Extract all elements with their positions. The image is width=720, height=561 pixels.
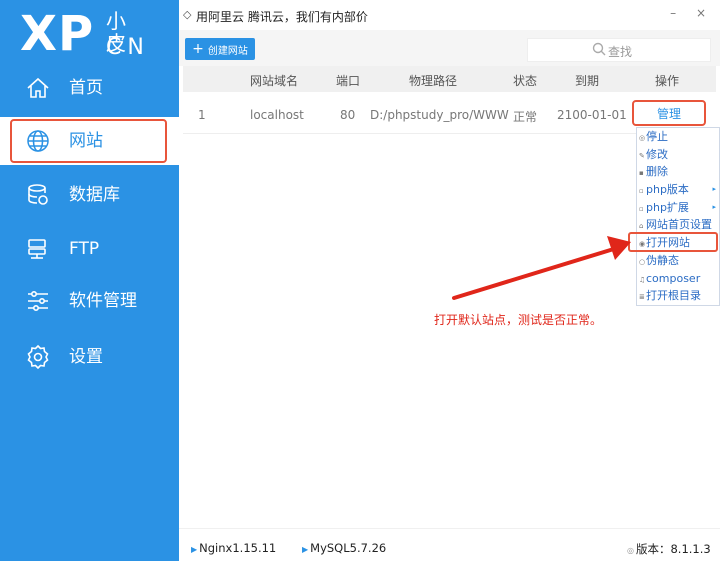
highlight-box-open-website bbox=[628, 232, 718, 252]
folder-icon: ≣ bbox=[639, 293, 645, 302]
php-icon: ▫ bbox=[639, 187, 644, 196]
extension-icon: ▫ bbox=[639, 204, 644, 213]
sidebar: XP 小皮 CN 首页 网站 数据库 FTP 软件管理 设置 bbox=[0, 0, 179, 561]
submenu-arrow-icon: ▸ bbox=[712, 185, 716, 194]
cell-index: 1 bbox=[198, 108, 206, 122]
menu-item-label: 修改 bbox=[646, 147, 668, 161]
info-icon: ◎ bbox=[627, 546, 634, 555]
annotation-arrow-icon bbox=[452, 236, 631, 300]
menu-item-php-version[interactable]: ▫ php版本 ▸ bbox=[637, 181, 719, 199]
status-bar: ▶ Nginx1.15.11 ▶ MySQL5.7.26 ◎ 版本：8.1.1.3 bbox=[179, 528, 720, 561]
gear-icon bbox=[27, 344, 49, 370]
menu-item-open-root[interactable]: ≣打开根目录 bbox=[637, 287, 719, 305]
version-label: 版本：8.1.1.3 bbox=[635, 542, 711, 556]
menu-item-label: 网站首页设置 bbox=[646, 218, 712, 232]
sidebar-item-home[interactable]: 首页 bbox=[0, 64, 179, 112]
sidebar-item-label: 软件管理 bbox=[69, 291, 137, 311]
nginx-status[interactable]: ▶ Nginx1.15.11 bbox=[191, 541, 276, 555]
logo-domain: CN bbox=[106, 35, 150, 60]
pencil-icon: ✎ bbox=[639, 151, 645, 160]
play-icon: ▶ bbox=[302, 545, 309, 554]
menu-item-php-extension[interactable]: ▫ php扩展 ▸ bbox=[637, 199, 719, 217]
play-icon: ▶ bbox=[191, 545, 198, 554]
menu-item-label: 打开根目录 bbox=[646, 289, 701, 303]
sidebar-item-software[interactable]: 软件管理 bbox=[0, 277, 179, 325]
sidebar-item-label: FTP bbox=[69, 239, 100, 259]
cell-status: 正常 bbox=[513, 110, 538, 124]
search-icon bbox=[592, 42, 606, 56]
mysql-label: MySQL5.7.26 bbox=[310, 541, 387, 555]
menu-item-label: 伪静态 bbox=[646, 253, 679, 267]
sidebar-item-database[interactable]: 数据库 bbox=[0, 171, 179, 219]
sidebar-item-label: 设置 bbox=[69, 347, 103, 367]
menu-item-label: 删除 bbox=[646, 165, 668, 179]
menu-item-label: 停止 bbox=[646, 130, 668, 143]
mysql-status[interactable]: ▶ MySQL5.7.26 bbox=[302, 541, 386, 555]
plus-icon: + bbox=[192, 41, 204, 57]
manage-context-menu: ◎停止 ✎修改 ▪ 删除 ▫ php版本 ▸ ▫ php扩展 ▸ ⌂ 网站首页设置 ◉打开网… bbox=[636, 127, 720, 306]
highlight-box-websites bbox=[10, 119, 167, 163]
cell-domain: localhost bbox=[250, 108, 304, 122]
composer-icon: ♫ bbox=[639, 275, 646, 284]
column-header: 操作 bbox=[655, 74, 680, 88]
database-icon bbox=[28, 184, 48, 205]
toolbar: + 创建网站 查找 bbox=[179, 30, 720, 66]
menu-item-label: composer bbox=[646, 271, 701, 285]
table-header: 网站域名 端口 物理路径 状态 到期 操作 bbox=[183, 66, 716, 92]
sidebar-item-ftp[interactable]: FTP bbox=[0, 225, 179, 273]
cell-path: D:/phpstudy_pro/WWW bbox=[370, 108, 509, 122]
sidebar-item-label: 首页 bbox=[69, 78, 103, 98]
home-icon bbox=[27, 77, 49, 98]
ftp-icon bbox=[28, 239, 46, 259]
promo-text[interactable]: 用阿里云 腾讯云，我们有内部价 bbox=[196, 8, 368, 25]
sidebar-item-label: 数据库 bbox=[69, 185, 120, 205]
sidebar-item-settings[interactable]: 设置 bbox=[0, 333, 179, 381]
column-header: 状态 bbox=[513, 74, 538, 88]
window-controls[interactable]: – × bbox=[670, 6, 714, 20]
annotation-text: 打开默认站点，测试是否正常。 bbox=[434, 313, 603, 327]
menu-item-delete[interactable]: ▪ 删除 bbox=[637, 163, 719, 181]
submenu-arrow-icon: ▸ bbox=[712, 202, 716, 211]
column-header: 物理路径 bbox=[409, 74, 458, 88]
create-website-button[interactable]: + 创建网站 bbox=[185, 38, 255, 60]
trash-icon: ▪ bbox=[639, 169, 644, 178]
column-header: 网站域名 bbox=[250, 74, 299, 88]
nginx-label: Nginx1.15.11 bbox=[199, 541, 277, 555]
menu-item-label: php版本 bbox=[646, 183, 689, 197]
menu-item-edit[interactable]: ✎修改 bbox=[637, 146, 719, 164]
manage-button[interactable]: 管理 bbox=[632, 100, 706, 126]
menu-item-label: php扩展 bbox=[646, 200, 689, 214]
main-panel: ◇ 用阿里云 腾讯云，我们有内部价 – × + 创建网站 查找 网站域名 端口 … bbox=[179, 0, 720, 561]
version-info: ◎ 版本：8.1.1.3 bbox=[627, 541, 711, 557]
sliders-icon bbox=[28, 290, 48, 311]
stop-icon: ◎ bbox=[639, 134, 646, 142]
menu-item-composer[interactable]: ♫composer bbox=[637, 270, 719, 288]
title-bar: ◇ 用阿里云 腾讯云，我们有内部价 – × bbox=[179, 0, 720, 30]
column-header: 到期 bbox=[575, 74, 600, 88]
column-header: 端口 bbox=[336, 74, 361, 88]
pin-icon: ◇ bbox=[183, 8, 192, 21]
search-placeholder: 查找 bbox=[608, 45, 633, 59]
logo-main: XP bbox=[20, 6, 95, 62]
rewrite-icon: ○ bbox=[639, 257, 646, 266]
search-input[interactable]: 查找 bbox=[527, 38, 711, 62]
cell-port: 80 bbox=[340, 108, 356, 122]
menu-item-rewrite[interactable]: ○伪静态 bbox=[637, 252, 719, 270]
menu-item-stop[interactable]: ◎停止 bbox=[637, 128, 719, 146]
create-website-label: 创建网站 bbox=[207, 45, 248, 57]
cell-expire: 2100-01-01 bbox=[557, 108, 627, 122]
